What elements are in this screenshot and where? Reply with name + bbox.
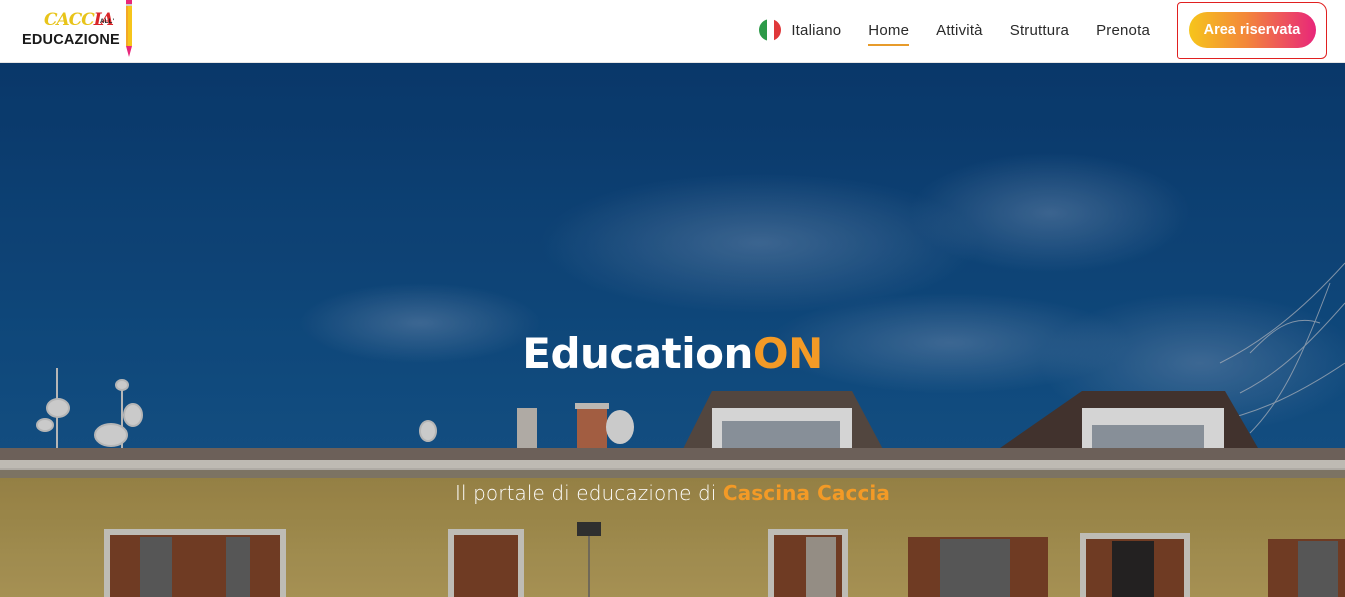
hero-banner: EducationON Il portale di educazione di … — [0, 63, 1345, 597]
nav-item-prenota[interactable]: Prenota — [1096, 18, 1150, 43]
site-header: CACCIA ALL' EDUCAZIONE Italiano Home Att… — [0, 0, 1345, 63]
site-logo[interactable]: CACCIA ALL' EDUCAZIONE — [20, 0, 138, 60]
area-riservata-button[interactable]: Area riservata — [1188, 12, 1316, 48]
nav-item-attivita[interactable]: Attività — [936, 18, 983, 43]
hero-title: EducationON — [522, 329, 823, 378]
pencil-icon — [126, 0, 132, 57]
logo-small-text: ALL' — [100, 19, 115, 25]
main-nav: Italiano Home Attività Struttura Prenota… — [759, 0, 1345, 60]
language-label: Italiano — [791, 21, 842, 39]
logo-bottom-text: EDUCAZIONE — [22, 32, 120, 48]
italy-flag-icon — [759, 19, 782, 41]
language-selector[interactable]: Italiano — [759, 19, 841, 41]
nav-item-struttura[interactable]: Struttura — [1010, 18, 1069, 43]
hero-subtitle: Il portale di educazione di Cascina Cacc… — [455, 481, 890, 505]
cta-highlight-outline: Area riservata — [1177, 1, 1327, 59]
nav-item-home[interactable]: Home — [868, 18, 909, 46]
